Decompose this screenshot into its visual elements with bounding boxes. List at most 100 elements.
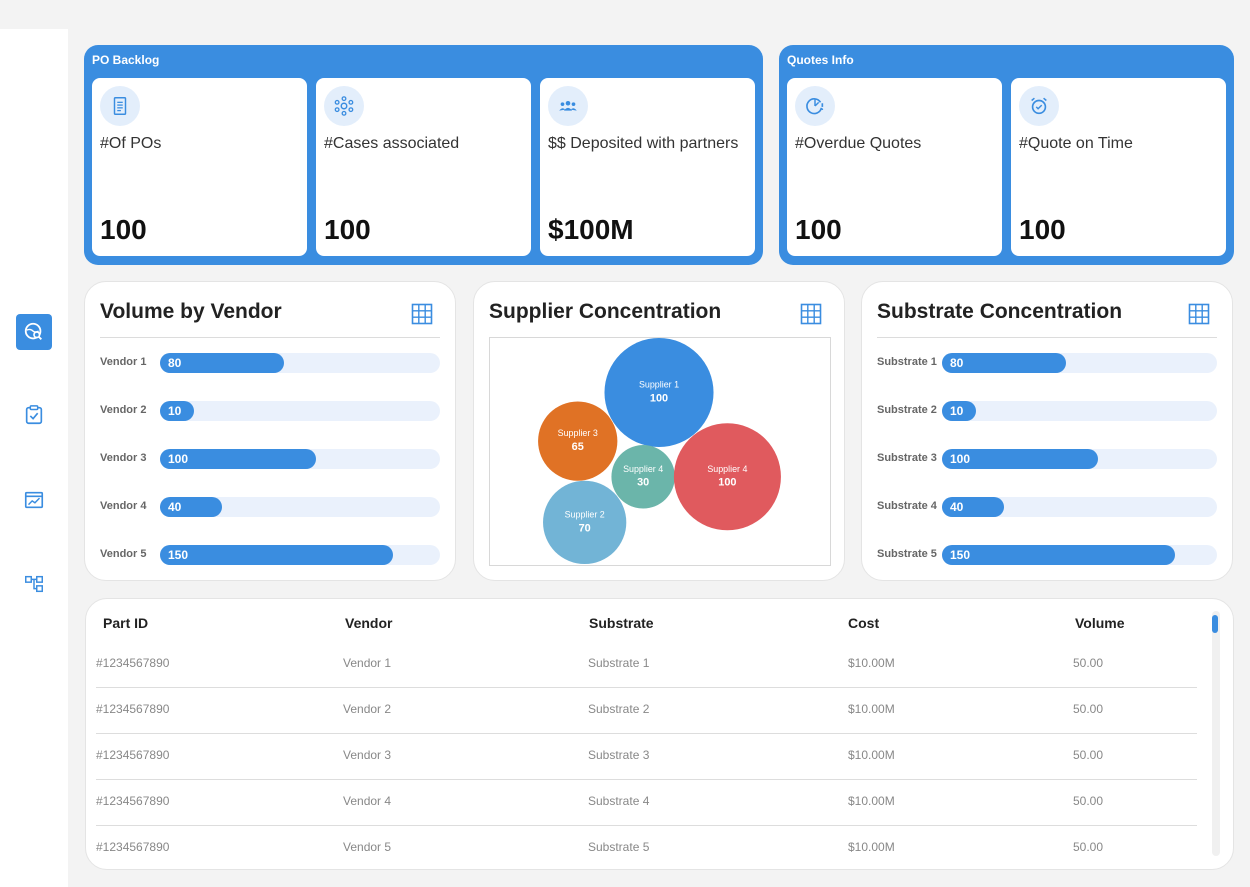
table-row[interactable]: #1234567890 Vendor 4 Substrate 4 $10.00M… bbox=[96, 780, 1197, 826]
sidebar-item-reports[interactable] bbox=[16, 482, 52, 518]
kpi-label: #Of POs bbox=[100, 135, 162, 152]
cell-part-id: #1234567890 bbox=[96, 840, 170, 854]
table-row[interactable]: #1234567890 Vendor 1 Substrate 1 $10.00M… bbox=[96, 642, 1197, 688]
bar-value-label: 100 bbox=[168, 452, 189, 466]
quotes-info-title: Quotes Info bbox=[787, 53, 854, 67]
bar-value-label: 100 bbox=[950, 452, 971, 466]
bar-category-label: Substrate 5 bbox=[877, 548, 937, 560]
document-icon bbox=[100, 86, 140, 126]
chart-title: Supplier Concentration bbox=[489, 300, 722, 323]
column-header-substrate[interactable]: Substrate bbox=[589, 615, 654, 631]
bar-category-label: Vendor 2 bbox=[100, 404, 147, 416]
bubble-value: 30 bbox=[637, 477, 649, 489]
alarm-check-icon bbox=[1019, 86, 1059, 126]
cell-substrate: Substrate 5 bbox=[588, 840, 650, 854]
bubble-value: 100 bbox=[650, 392, 668, 404]
table-scrollbar[interactable] bbox=[1212, 611, 1220, 856]
column-header-volume[interactable]: Volume bbox=[1075, 615, 1125, 631]
cell-volume: 50.00 bbox=[1073, 794, 1104, 808]
volume-by-vendor-card: Volume by Vendor Vendor 1 80 Vendor 2 10 Ven… bbox=[84, 281, 456, 581]
bar-track: 150 bbox=[160, 545, 440, 565]
kpi-label: #Overdue Quotes bbox=[795, 135, 922, 152]
kpi-value: 100 bbox=[324, 214, 371, 245]
cell-substrate: Substrate 3 bbox=[588, 748, 650, 762]
po-backlog-title: PO Backlog bbox=[92, 53, 160, 67]
bar[interactable]: 100 bbox=[160, 449, 316, 469]
bar[interactable]: 40 bbox=[160, 497, 223, 517]
grid-icon[interactable] bbox=[800, 303, 822, 325]
kpi-card-deposited[interactable]: $$ Deposited with partners $100M bbox=[540, 78, 755, 256]
bar[interactable]: 150 bbox=[942, 545, 1176, 565]
cell-volume: 50.00 bbox=[1073, 748, 1104, 762]
bar[interactable]: 80 bbox=[942, 353, 1067, 373]
bar-row: Vendor 2 10 bbox=[100, 401, 440, 421]
kpi-card-cases[interactable]: #Cases associated 100 bbox=[316, 78, 531, 256]
bar-value-label: 40 bbox=[950, 500, 964, 514]
bar-row: Substrate 5 150 bbox=[877, 545, 1217, 565]
cell-vendor: Vendor 5 bbox=[343, 840, 392, 854]
quotes-info-panel: Quotes Info #Overdue Quotes 100 #Quote o… bbox=[779, 45, 1234, 265]
scrollbar-thumb[interactable] bbox=[1212, 615, 1218, 633]
bubble-label: Supplier 3 bbox=[558, 428, 598, 438]
column-header-vendor[interactable]: Vendor bbox=[345, 615, 392, 631]
column-header-cost[interactable]: Cost bbox=[848, 615, 879, 631]
parts-table: Part ID Vendor Substrate Cost Volume #12… bbox=[85, 598, 1234, 870]
table-row[interactable]: #1234567890 Vendor 2 Substrate 2 $10.00M… bbox=[96, 688, 1197, 734]
supplier-concentration-card: Supplier Concentration Supplier 1 100 Supp… bbox=[473, 281, 845, 581]
sidebar-item-global-search[interactable] bbox=[16, 314, 52, 350]
kpi-value: $100M bbox=[548, 214, 634, 245]
bar-row: Substrate 2 10 bbox=[877, 401, 1217, 421]
cell-vendor: Vendor 1 bbox=[343, 656, 392, 670]
kpi-label: #Quote on Time bbox=[1019, 135, 1133, 152]
grid-icon[interactable] bbox=[411, 303, 433, 325]
sidebar-item-tasks[interactable] bbox=[16, 397, 52, 433]
cell-part-id: #1234567890 bbox=[96, 748, 170, 762]
group-icon bbox=[548, 86, 588, 126]
kpi-label: #Cases associated bbox=[324, 135, 460, 152]
bar-track: 150 bbox=[942, 545, 1217, 565]
bar[interactable]: 100 bbox=[942, 449, 1098, 469]
clipboard-check-icon bbox=[25, 405, 43, 425]
bar-row: Vendor 5 150 bbox=[100, 545, 440, 565]
kpi-card-quote-on-time[interactable]: #Quote on Time 100 bbox=[1011, 78, 1226, 256]
cell-volume: 50.00 bbox=[1073, 702, 1104, 716]
bar[interactable]: 150 bbox=[160, 545, 394, 565]
bar[interactable]: 40 bbox=[942, 497, 1005, 517]
bubble-value: 70 bbox=[579, 522, 591, 534]
bar-track: 80 bbox=[942, 353, 1217, 373]
bar-row: Substrate 1 80 bbox=[877, 353, 1217, 373]
table-row[interactable]: #1234567890 Vendor 5 Substrate 5 $10.00M… bbox=[96, 826, 1197, 869]
bar[interactable]: 80 bbox=[160, 353, 285, 373]
clock-alert-icon bbox=[795, 86, 835, 126]
bar-row: Vendor 3 100 bbox=[100, 449, 440, 469]
kpi-value: 100 bbox=[795, 214, 842, 245]
bar-row: Vendor 1 80 bbox=[100, 353, 440, 373]
bar-value-label: 40 bbox=[168, 500, 182, 514]
cell-cost: $10.00M bbox=[848, 656, 895, 670]
bar[interactable]: 10 bbox=[160, 401, 194, 421]
bubble-label: Supplier 2 bbox=[565, 509, 605, 519]
bar-track: 10 bbox=[942, 401, 1217, 421]
table-row[interactable]: #1234567890 Vendor 3 Substrate 3 $10.00M… bbox=[96, 734, 1197, 780]
kpi-card-pos[interactable]: #Of POs 100 bbox=[92, 78, 307, 256]
sidebar-item-hierarchy[interactable] bbox=[16, 566, 52, 602]
cell-cost: $10.00M bbox=[848, 794, 895, 808]
bar[interactable]: 10 bbox=[942, 401, 976, 421]
column-header-part-id[interactable]: Part ID bbox=[103, 615, 148, 631]
bar-value-label: 150 bbox=[950, 548, 971, 562]
kpi-label: $$ Deposited with partners bbox=[548, 135, 739, 152]
chart-title: Substrate Concentration bbox=[877, 300, 1123, 323]
bubble-label: Supplier 1 bbox=[639, 380, 679, 390]
bar-track: 100 bbox=[160, 449, 440, 469]
bar-track: 10 bbox=[160, 401, 440, 421]
bubble-value: 65 bbox=[572, 441, 584, 453]
kpi-value: 100 bbox=[1019, 214, 1066, 245]
kpi-card-overdue-quotes[interactable]: #Overdue Quotes 100 bbox=[787, 78, 1002, 256]
cell-part-id: #1234567890 bbox=[96, 794, 170, 808]
bar-category-label: Substrate 4 bbox=[877, 500, 937, 512]
grid-icon[interactable] bbox=[1188, 303, 1210, 325]
bar-track: 40 bbox=[942, 497, 1217, 517]
bar-category-label: Substrate 2 bbox=[877, 404, 937, 416]
bar-value-label: 80 bbox=[168, 356, 182, 370]
cell-cost: $10.00M bbox=[848, 748, 895, 762]
